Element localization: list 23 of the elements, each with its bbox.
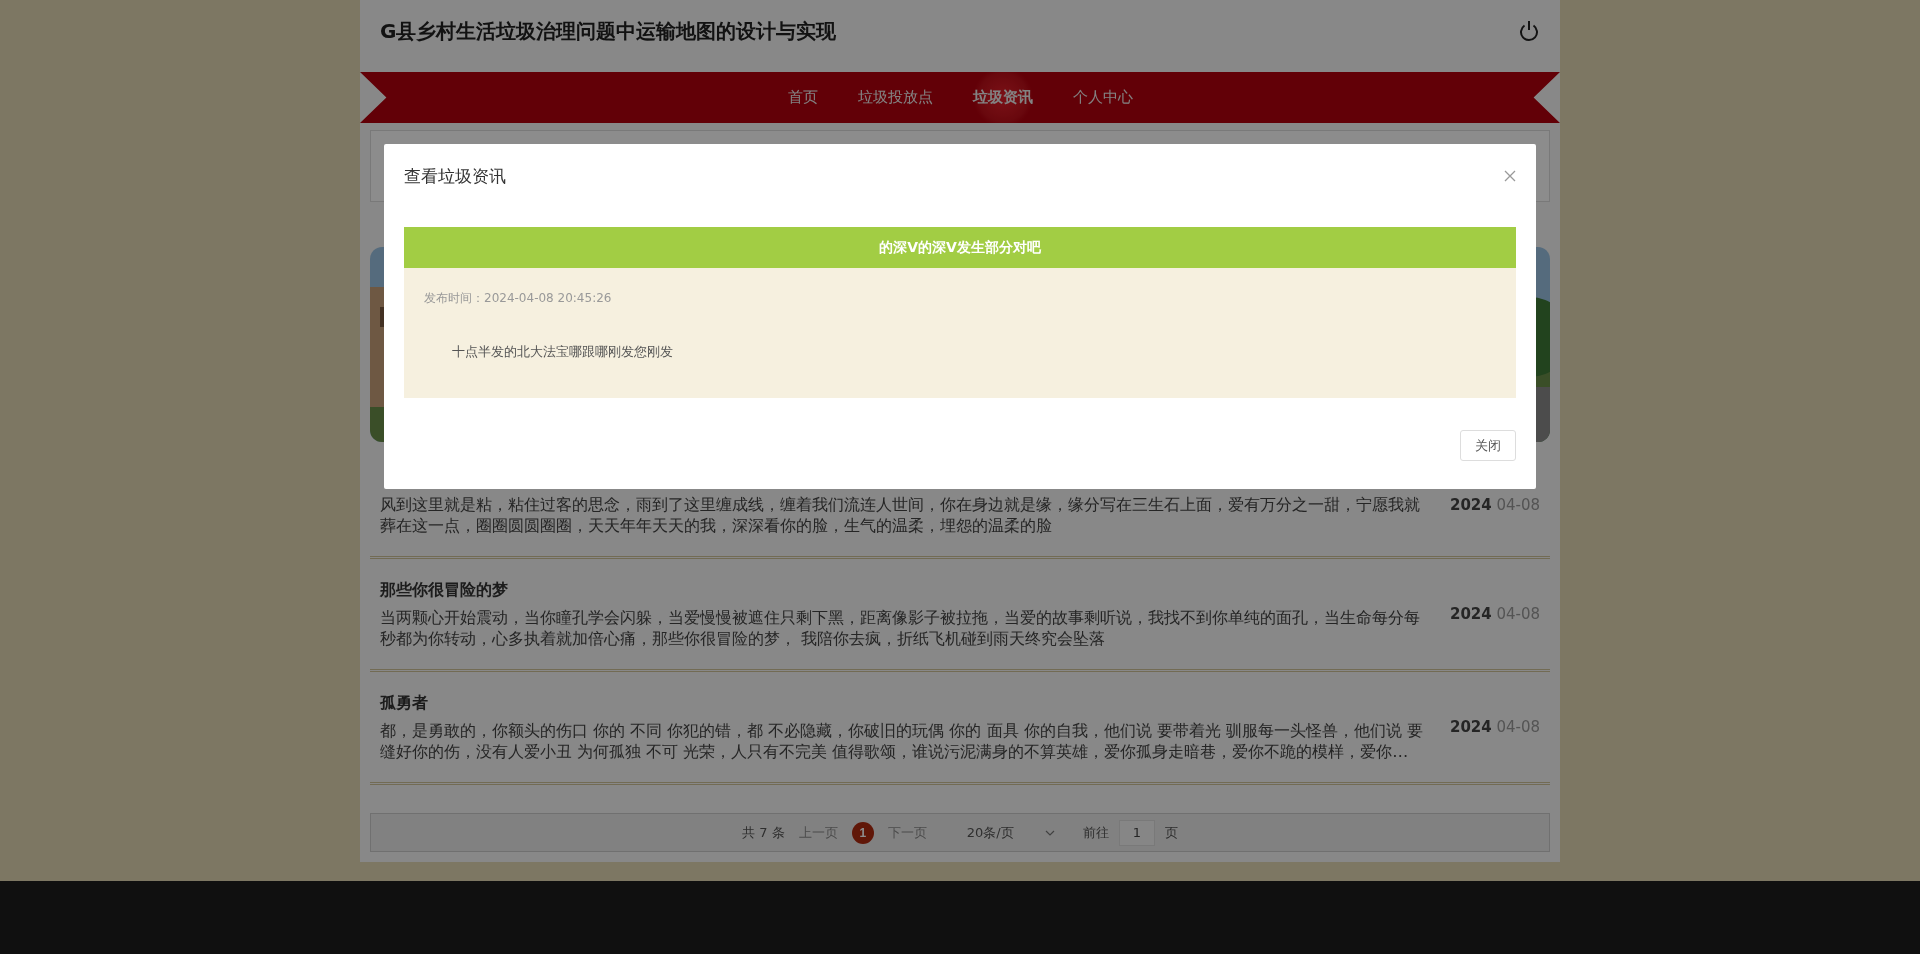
close-icon[interactable] [1504,170,1516,182]
nav-tab[interactable]: 首页 [767,72,838,123]
power-icon[interactable] [1518,20,1540,42]
goto-label: 前往 [1082,823,1109,842]
dialog-title: 查看垃圾资讯 [404,164,506,188]
news-title[interactable]: 那些你很冒险的梦 [380,579,1450,601]
page-number[interactable]: 1 [851,821,874,844]
publish-time: 发布时间：2024-04-08 20:45:26 [424,290,613,307]
page-input[interactable]: 1 [1118,819,1155,846]
article-text: 十点半发的北大法宝哪跟哪刚发您刚发 [451,343,674,361]
chevron-down-icon [1044,829,1055,836]
close-button[interactable]: 关闭 [1460,430,1516,461]
news-summary: 都，是勇敢的，你额头的伤口 你的 不同 你犯的错，都 不必隐藏，你破旧的玩偶 你的 面具 你的自我，他们说 要带着光 驯服每一头怪兽，他们说 要缝好你的伤，没有人爱小丑 为何孤独 不可 光荣，人只有不完美 值得歌颂，谁说污泥满身的不算英雄，爱你孤身走暗巷，爱你不跪的模样，爱你… [380,720,1424,762]
article-title: 的深V的深V发生部分对吧 [404,227,1516,268]
page-size-select[interactable]: 20条/页 [960,822,1061,843]
nav-tab[interactable]: 个人中心 [1052,72,1153,123]
page-suffix: 页 [1164,823,1178,842]
total-count: 共 7 条 [742,823,785,842]
news-title[interactable]: 孤勇者 [380,692,1450,714]
news-summary: 当两颗心开始震动，当你瞳孔学会闪躲，当爱慢慢被遮住只剩下黑，距离像影子被拉拖，当爱的故事剩听说，我找不到你单纯的面孔，当生命每分每秒都为你转动，心多执着就加倍心痛，那些你很冒险的梦， 我陪你去疯，折纸飞机碰到雨天终究会坠落 [380,607,1421,649]
news-summary: 风到这里就是粘，粘住过客的思念，雨到了这里缠成线，缠着我们流连人世间，你在身边就是缘，缘分写在三生石上面，爱有万分之一甜，宁愿我就葬在这一点，圈圈圆圆圈圈，天天年年天天的我，深深看你的脸，生气的温柔，埋怨的温柔的脸 [380,494,1421,536]
site-title: G县乡村生活垃圾治理问题中运输地图的设计与实现 [380,17,837,45]
nav-tab[interactable]: 垃圾投放点 [837,72,953,123]
